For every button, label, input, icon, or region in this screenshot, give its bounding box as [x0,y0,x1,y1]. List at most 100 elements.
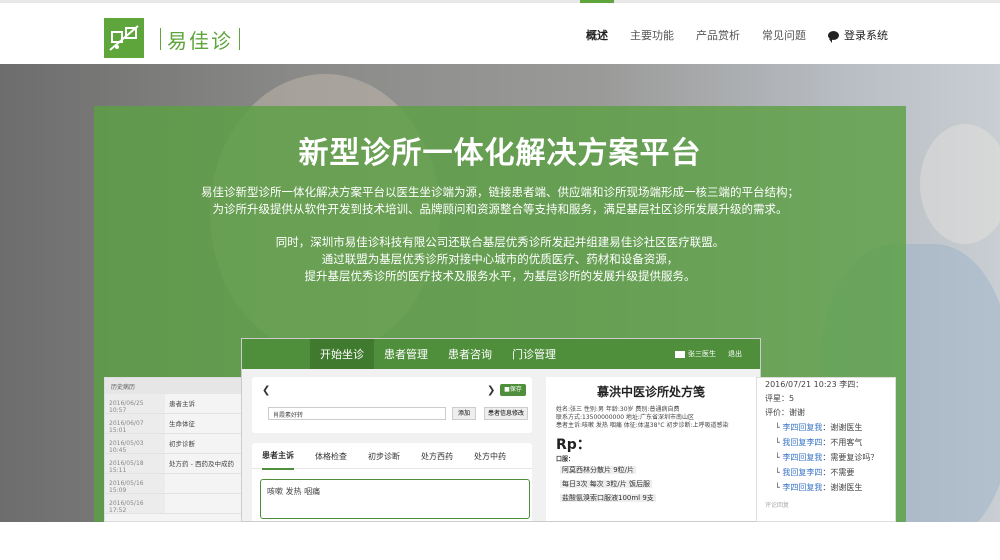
drug-line: 阿莫西林分散片 9粒/片 [546,463,756,477]
chevron-right-icon[interactable]: ❯ [487,385,495,396]
history-row: 2016/06/07 15:01 生命体征 [105,414,243,434]
brand-divider [239,28,240,50]
prescription-info-line: 姓名:张三 性别:男 年龄:30岁 费别:普通病自费 [556,406,680,413]
rp-label: Rp： [556,437,591,453]
review-rating: 评星：5 [765,394,795,403]
app-tab-consultations[interactable]: 患者咨询 [438,339,502,369]
app-tab-patients[interactable]: 患者管理 [374,339,438,369]
reply-author[interactable]: 我回复李四 [782,438,822,447]
history-date: 2016/06/25 10:57 [105,394,165,414]
nav-item-faq[interactable]: 常见问题 [762,3,806,67]
chat-icon [828,30,839,43]
save-button[interactable]: ■保存 [500,384,526,396]
medical-record-card: 患者主诉 体格检查 初步诊断 处方西药 处方中药 咳嗽 发热 咽痛 [252,442,532,521]
history-row: 2016/05/18 15:11 处方药 - 西药及中成药 [105,454,243,474]
drug-line: 盐酸氨溴索口服液100ml 9支 [546,491,756,505]
history-records-screenshot: 历史病历 2016/06/25 10:57 患者主诉 2016/06/07 15:… [104,377,244,522]
hero-text-line: 易佳诊新型诊所一体化解决方案平台以医生坐诊端为源，链接患者端、供应端和诊所现场端… [201,185,799,199]
prescription-sheet: 慕洪中医诊所处方笺 姓名:张三 性别:男 年龄:30岁 费别:普通病自费 联系方… [546,377,756,521]
reply-text: ：需要复诊吗？ [822,453,879,462]
reply-text: ：不需要 [822,468,855,477]
reply-item: └ 李四回复我：谢谢医生 [775,483,863,492]
tab-chinese-rx[interactable]: 处方中药 [474,443,506,469]
drug-text: 每日3次 每次 3粒/片 饭后服 [560,480,652,488]
app-user-name: 张三医生 [688,350,716,358]
history-text: 处方药 - 西药及中成药 [169,460,234,468]
nav-item-features[interactable]: 主要功能 [630,3,674,67]
add-button[interactable]: 添加 [452,407,476,420]
history-row: 2016/05/16 15:09 [105,474,243,494]
history-text [165,494,173,513]
prescription-info: 姓名:张三 性别:男 年龄:30岁 费别:普通病自费 联系方式:13500000… [546,400,756,430]
nav-item-overview[interactable]: 概述 [580,0,614,67]
prescription-info-line: 联系方式:13500000000 地址:广东省深圳市南山区 [556,414,694,421]
record-tabs: 患者主诉 体格检查 初步诊断 处方西药 处方中药 [252,442,532,470]
reply-author[interactable]: 李四回复我 [782,423,822,432]
app-screenshot: 开始坐诊 患者管理 患者咨询 门诊管理 张三医生 退出 ❮ ❯ ■保存 肖霞素好… [241,338,761,522]
top-navbar: 易佳诊 概述 主要功能 产品赏析 常见问题 登录系统 [0,0,1000,64]
logout-link[interactable]: 退出 [728,349,742,359]
brand-name[interactable]: 易佳诊 [154,23,246,55]
history-text: 初步诊断 [169,440,195,448]
history-row: 2016/06/25 10:57 患者主诉 [105,394,243,414]
reply-author[interactable]: 李四回复我 [782,483,822,492]
reply-author[interactable]: 李四回复我 [782,453,822,462]
brand-text: 易佳诊 [167,28,233,53]
chevron-left-icon[interactable]: ❮ [262,385,270,396]
review-meta: 2016/07/21 10:23 李四： [765,380,864,389]
history-row: 2016/05/03 10:45 初步诊断 [105,434,243,454]
hero-background-figure [920,124,1000,244]
prescription-info-line: 患者主诉:咳嗽 发热 咽痛 体征:体温38°C 初步诊断:上呼吸道感染 [556,422,729,429]
tab-physical-exam[interactable]: 体格检查 [315,443,347,469]
symptoms-textarea[interactable]: 咳嗽 发热 咽痛 [260,479,530,519]
search-input[interactable]: 肖霞素好转 [268,407,446,420]
tab-diagnosis[interactable]: 初步诊断 [368,443,400,469]
history-date: 2016/05/16 15:09 [105,474,165,494]
mail-icon[interactable] [675,350,685,358]
reply-text: ：不用客气 [822,438,863,447]
app-tab-start-consult[interactable]: 开始坐诊 [310,339,374,369]
app-menu-bar: 开始坐诊 患者管理 患者咨询 门诊管理 张三医生 退出 [242,339,760,369]
review-screenshot: 2016/07/21 10:23 李四： 评星：5 评价：谢谢 └ 李四回复我：… [756,377,896,522]
page-bottom [0,522,1000,560]
brand-divider [160,28,161,50]
history-row: 2016/05/16 17:52 [105,494,243,514]
reply-text: ：谢谢医生 [822,423,863,432]
drug-text: 盐酸氨溴索口服液100ml 9支 [560,494,656,502]
history-date: 2016/05/18 15:11 [105,454,165,474]
reply-author[interactable]: 我回复李四 [782,468,822,477]
reply-text: ：谢谢医生 [822,483,863,492]
review-comment: 评价：谢谢 [765,408,805,417]
tab-western-rx[interactable]: 处方西药 [421,443,453,469]
history-date: 2016/05/03 10:45 [105,434,165,454]
reply-item: └ 我回复李四：不需要 [775,468,855,477]
main-nav: 概述 主要功能 产品赏析 常见问题 登录系统 [564,0,888,67]
history-date: 2016/06/07 15:01 [105,414,165,434]
hero-intro-paragraph: 易佳诊新型诊所一体化解决方案平台以医生坐诊端为源，链接患者端、供应端和诊所现场端… [94,184,906,218]
reply-item: └ 我回复李四：不用客气 [775,438,863,447]
tab-chief-complaint[interactable]: 患者主诉 [262,442,294,470]
patient-search-card: ❮ ❯ ■保存 肖霞素好转 添加 患者信息修改 [252,377,532,433]
history-text [165,474,173,493]
login-label: 登录系统 [844,29,888,42]
history-text: 生命体征 [169,420,195,428]
reply-footer: 评论回复 [765,502,790,509]
reply-item: └ 李四回复我：谢谢医生 [775,423,863,432]
app-user-area: 张三医生 退出 [675,339,742,369]
logo-icon[interactable] [104,18,144,58]
edit-patient-button[interactable]: 患者信息修改 [484,407,528,420]
login-link[interactable]: 登录系统 [828,3,888,67]
history-date: 2016/05/16 17:52 [105,494,165,514]
hero-text-line: 同时，深圳市易佳诊科技有限公司还联合基层优秀诊所发起并组建易佳诊社区医疗联盟。 [275,235,725,249]
hero-text-line: 提升基层优秀诊所的医疗技术及服务水平，为基层诊所的发展升级提供服务。 [304,269,696,283]
hero-title: 新型诊所一体化解决方案平台 [298,136,702,171]
oral-label: 口服： [556,456,575,463]
hero-text-line: 为诊所升级提供从软件开发到技术培训、品牌顾问和资源整合等支持和服务，满足基层社区… [212,202,788,216]
hero-alliance-paragraph: 同时，深圳市易佳诊科技有限公司还联合基层优秀诊所发起并组建易佳诊社区医疗联盟。 … [94,234,906,285]
app-tab-clinic[interactable]: 门诊管理 [502,339,566,369]
drug-line: 每日3次 每次 3粒/片 饭后服 [546,477,756,491]
nav-item-showcase[interactable]: 产品赏析 [696,3,740,67]
reply-item: └ 李四回复我：需要复诊吗？ [775,453,879,462]
drug-text: 阿莫西林分散片 9粒/片 [560,466,637,474]
prescription-title: 慕洪中医诊所处方笺 [596,385,705,399]
